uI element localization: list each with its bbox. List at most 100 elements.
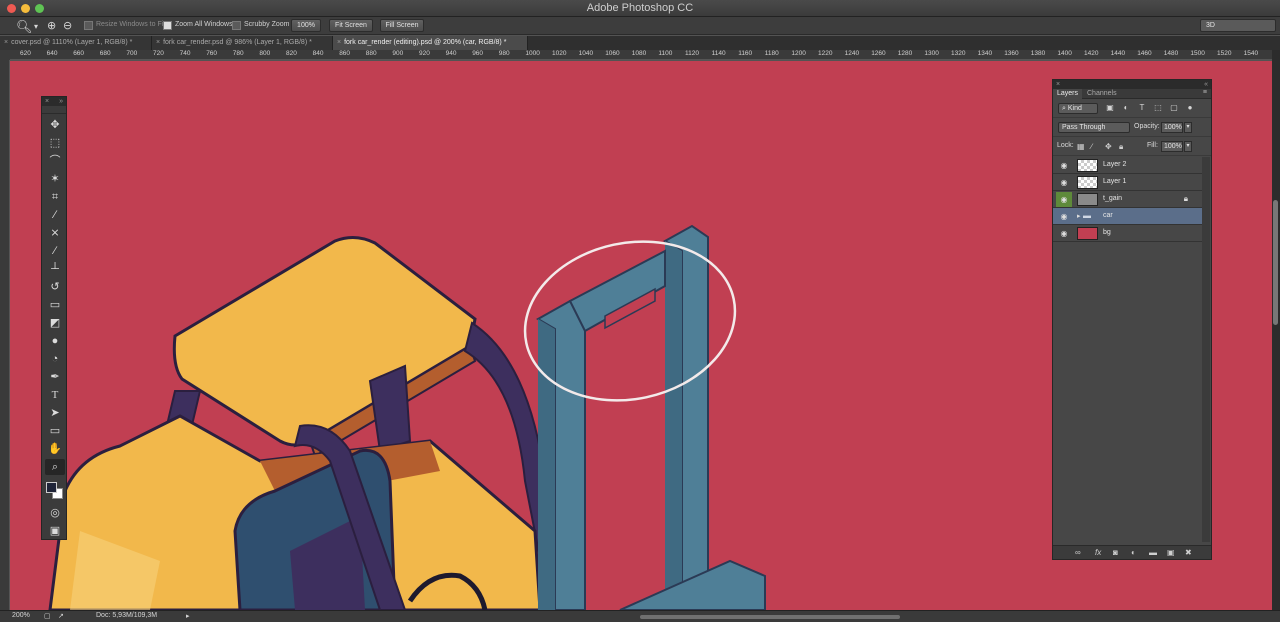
- close-tab-icon[interactable]: ×: [156, 39, 160, 46]
- ruler-tick-label: 1140: [711, 50, 726, 57]
- vertical-ruler[interactable]: [0, 60, 10, 610]
- layer-row-t-gain[interactable]: ◉ t_gain 🔒︎: [1053, 191, 1202, 208]
- opacity-input[interactable]: 100%: [1161, 122, 1183, 133]
- tab-fork-car-render[interactable]: × fork car_render.psd @ 986% (Layer 1, RG…: [152, 36, 333, 50]
- fill-input[interactable]: 100%: [1161, 141, 1183, 152]
- lock-transparency-icon[interactable]: ▦: [1077, 142, 1085, 151]
- new-layer-icon[interactable]: ▣: [1167, 548, 1175, 557]
- crop-tool-icon[interactable]: ⌗: [45, 189, 65, 205]
- shape-filter-icon[interactable]: ⬚: [1153, 103, 1163, 113]
- healing-brush-tool-icon[interactable]: ⨯: [45, 225, 65, 241]
- visibility-eye-icon[interactable]: ◉: [1056, 192, 1072, 207]
- visibility-eye-icon[interactable]: ◉: [1058, 229, 1070, 238]
- fill-dropdown-button[interactable]: ▾: [1184, 141, 1192, 152]
- paint-bucket-tool-icon[interactable]: ◩: [45, 315, 65, 331]
- opacity-dropdown-button[interactable]: ▾: [1184, 122, 1192, 133]
- smart-object-filter-icon[interactable]: ▢: [1169, 103, 1179, 113]
- tab-fork-car-render-editing[interactable]: × fork car_render (editing).psd @ 200% (c…: [333, 36, 528, 50]
- zoom-tool-preset-icon[interactable]: 🔍︎: [16, 19, 33, 35]
- horizontal-scrollbar-thumb[interactable]: [640, 615, 900, 619]
- status-icon[interactable]: ▢: [44, 612, 51, 620]
- pen-tool-icon[interactable]: ✒: [45, 369, 65, 385]
- adjustment-filter-icon[interactable]: ◐: [1121, 103, 1131, 113]
- layer-row-layer-1[interactable]: ◉ Layer 1: [1053, 174, 1202, 191]
- zoom-100-button[interactable]: 100%: [291, 19, 321, 32]
- new-group-icon[interactable]: ▬: [1149, 548, 1157, 557]
- close-icon[interactable]: ×: [1056, 81, 1060, 88]
- scrollbar-thumb[interactable]: [1273, 200, 1278, 325]
- lock-all-icon[interactable]: 🔒︎: [1119, 142, 1123, 152]
- zoom-all-windows-checkbox[interactable]: [163, 21, 172, 30]
- collapse-icon[interactable]: «: [1204, 80, 1208, 89]
- filter-kind-select[interactable]: ⌕ Kind: [1058, 103, 1098, 114]
- zoom-level[interactable]: 200%: [12, 612, 30, 619]
- zoom-in-icon[interactable]: ⊕: [47, 19, 56, 32]
- dodge-tool-icon[interactable]: ◔: [45, 351, 65, 367]
- pixel-filter-icon[interactable]: ▣: [1105, 103, 1115, 113]
- share-icon[interactable]: ↗: [58, 612, 64, 620]
- fill-screen-button[interactable]: Fill Screen: [380, 19, 424, 32]
- close-tab-icon[interactable]: ×: [4, 39, 8, 46]
- clone-stamp-tool-icon[interactable]: ┴: [45, 261, 65, 277]
- history-brush-tool-icon[interactable]: ↺: [45, 279, 65, 295]
- panel-grip[interactable]: [42, 106, 66, 114]
- move-tool-icon[interactable]: ✥: [45, 117, 65, 133]
- screen-mode-icon[interactable]: ▣: [45, 523, 65, 539]
- zoom-tool-icon[interactable]: ⌕: [45, 459, 65, 475]
- link-layers-icon[interactable]: ∞: [1075, 548, 1081, 557]
- close-tab-icon[interactable]: ×: [337, 39, 341, 46]
- chevron-down-icon[interactable]: ▾: [34, 22, 38, 31]
- lock-pixels-icon[interactable]: ∕: [1091, 142, 1092, 151]
- hand-tool-icon[interactable]: ✋: [45, 441, 65, 457]
- quick-mask-icon[interactable]: ◎: [45, 505, 65, 521]
- scrubby-zoom-checkbox[interactable]: [232, 21, 241, 30]
- visibility-eye-icon[interactable]: ◉: [1058, 178, 1070, 187]
- eyedropper-tool-icon[interactable]: ∕: [45, 207, 65, 223]
- fit-screen-button[interactable]: Fit Screen: [329, 19, 373, 32]
- tab-cover[interactable]: × cover.psd @ 1110% (Layer 1, RGB/8) *: [0, 36, 152, 50]
- resize-windows-label: Resize Windows to Fit: [96, 21, 166, 28]
- workspace-select[interactable]: 3D: [1200, 19, 1276, 32]
- eraser-tool-icon[interactable]: ▭: [45, 297, 65, 313]
- delete-layer-icon[interactable]: ✖: [1185, 548, 1192, 557]
- visibility-eye-icon[interactable]: ◉: [1058, 212, 1070, 221]
- lock-position-icon[interactable]: ✥: [1105, 142, 1112, 151]
- filter-toggle-icon[interactable]: ●: [1185, 103, 1195, 113]
- expand-group-icon[interactable]: ▸: [1077, 212, 1081, 220]
- tools-panel-header[interactable]: ×»: [42, 97, 66, 106]
- horizontal-ruler[interactable]: 620 640 660 680 700 720 740 760 780 800 820 840 860 8…: [10, 50, 1272, 60]
- layer-row-bg[interactable]: ◉ bg: [1053, 225, 1202, 242]
- layer-row-car[interactable]: ◉ ▸ ▬ car: [1053, 208, 1202, 225]
- blend-mode-select[interactable]: Pass Through: [1058, 122, 1130, 133]
- lasso-tool-icon[interactable]: ⌒: [45, 153, 65, 169]
- ruler-tick-label: 880: [365, 50, 377, 57]
- tab-layers[interactable]: Layers: [1053, 89, 1083, 99]
- type-tool-icon[interactable]: T: [45, 387, 65, 403]
- path-selection-tool-icon[interactable]: ➤: [45, 405, 65, 421]
- close-icon[interactable]: ×: [45, 98, 49, 105]
- visibility-eye-icon[interactable]: ◉: [1058, 161, 1070, 170]
- marquee-tool-icon[interactable]: ⬚: [45, 135, 65, 151]
- adjustment-layer-icon[interactable]: ◐: [1131, 548, 1136, 557]
- layers-scrollbar[interactable]: [1202, 157, 1210, 542]
- foreground-color-swatch[interactable]: [46, 482, 57, 493]
- type-filter-icon[interactable]: T: [1137, 103, 1147, 113]
- tab-channels[interactable]: Channels: [1083, 89, 1121, 99]
- layers-panel-header[interactable]: × «: [1053, 80, 1211, 89]
- ruler-tick-label: 920: [419, 50, 430, 57]
- rectangle-tool-icon[interactable]: ▭: [45, 423, 65, 439]
- zoom-out-icon[interactable]: ⊖: [63, 19, 72, 32]
- ruler-tick-label: 1500: [1190, 50, 1205, 57]
- layer-row-layer-2[interactable]: ◉ Layer 2: [1053, 157, 1202, 174]
- add-mask-icon[interactable]: ◙: [1113, 548, 1118, 557]
- vertical-scrollbar[interactable]: [1272, 50, 1280, 610]
- blur-tool-icon[interactable]: ●: [45, 333, 65, 349]
- collapse-icon[interactable]: »: [59, 97, 63, 106]
- status-menu-arrow[interactable]: ▸: [186, 612, 190, 620]
- panel-menu-icon[interactable]: ≡: [1203, 89, 1207, 96]
- brush-tool-icon[interactable]: ∕: [45, 243, 65, 259]
- fx-icon[interactable]: fx: [1095, 548, 1101, 557]
- resize-windows-checkbox[interactable]: [84, 21, 93, 30]
- ruler-tick-label: 1240: [844, 50, 860, 57]
- magic-wand-tool-icon[interactable]: ✶: [45, 171, 65, 187]
